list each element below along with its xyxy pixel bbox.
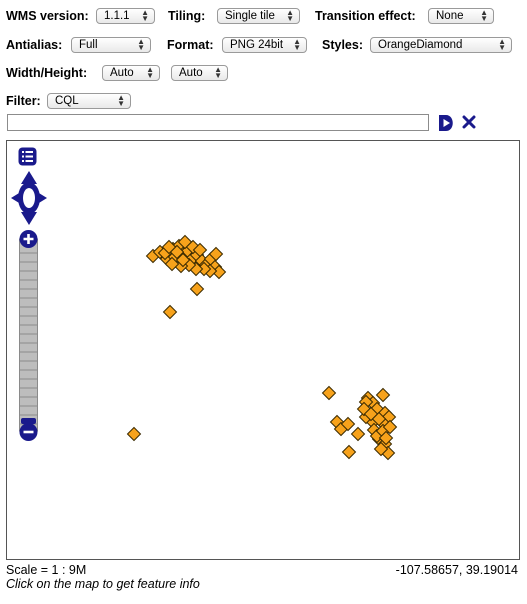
select-arrows-icon: ▲ ▼ — [286, 8, 294, 23]
scale-text: Scale = 1 : 9M — [6, 563, 87, 577]
feature-marker[interactable] — [375, 387, 391, 403]
x-close-icon[interactable] — [461, 114, 477, 130]
wms-version-select[interactable]: 1.1.1 ▲ ▼ — [96, 8, 155, 24]
select-arrows-icon: ▲ ▼ — [498, 37, 506, 52]
styles-select[interactable]: OrangeDiamond ▲ ▼ — [370, 37, 512, 53]
feature-info-hint: Click on the map to get feature info — [6, 577, 200, 591]
feature-marker[interactable] — [189, 281, 205, 297]
select-arrows-icon: ▲ ▼ — [214, 65, 222, 80]
zoom-slider[interactable] — [17, 229, 40, 444]
filter-input[interactable] — [7, 114, 429, 131]
select-arrows-icon: ▲ ▼ — [146, 65, 154, 80]
format-select[interactable]: PNG 24bit ▲ ▼ — [222, 37, 307, 53]
select-arrows-icon: ▲ ▼ — [480, 8, 488, 23]
select-arrows-icon: ▲ ▼ — [137, 37, 145, 52]
transition-value: None — [436, 10, 464, 22]
zoom-handle[interactable] — [21, 418, 36, 424]
size-label: Width/Height: — [6, 66, 88, 80]
select-arrows-icon: ▲ ▼ — [141, 8, 149, 23]
styles-label: Styles: — [322, 38, 363, 52]
width-value: Auto — [110, 67, 134, 79]
play-triangle-icon[interactable] — [436, 113, 456, 133]
coordinates-text: -107.58657, 39.19014 — [395, 563, 518, 577]
pan-arrows-icon[interactable] — [10, 170, 48, 226]
feature-layer — [126, 234, 398, 461]
tiling-value: Single tile — [225, 10, 275, 22]
transition-label: Transition effect: — [315, 9, 416, 23]
filter-type-select[interactable]: CQL ▲ ▼ — [47, 93, 131, 109]
antialias-select[interactable]: Full ▲ ▼ — [71, 37, 151, 53]
format-label: Format: — [167, 38, 214, 52]
feature-marker[interactable] — [321, 385, 337, 401]
feature-marker[interactable] — [126, 426, 142, 442]
feature-marker[interactable] — [162, 304, 178, 320]
wms-version-label: WMS version: — [6, 9, 89, 23]
wms-version-value: 1.1.1 — [104, 10, 130, 22]
select-arrows-icon: ▲ ▼ — [293, 37, 301, 52]
height-select[interactable]: Auto ▲ ▼ — [171, 65, 228, 81]
format-value: PNG 24bit — [230, 39, 284, 51]
feature-marker[interactable] — [341, 444, 357, 460]
transition-select[interactable]: None ▲ ▼ — [428, 8, 494, 24]
filter-label: Filter: — [6, 94, 41, 108]
layer-list-icon[interactable] — [18, 147, 37, 166]
select-arrows-icon: ▲ ▼ — [117, 93, 125, 108]
height-value: Auto — [179, 67, 203, 79]
width-select[interactable]: Auto ▲ ▼ — [102, 65, 160, 81]
antialias-label: Antialias: — [6, 38, 63, 52]
feature-marker[interactable] — [350, 426, 366, 442]
filter-type-value: CQL — [55, 95, 79, 107]
antialias-value: Full — [79, 39, 98, 51]
styles-value: OrangeDiamond — [378, 39, 463, 51]
tiling-label: Tiling: — [168, 9, 206, 23]
tiling-select[interactable]: Single tile ▲ ▼ — [217, 8, 300, 24]
map-viewport[interactable] — [6, 140, 520, 560]
